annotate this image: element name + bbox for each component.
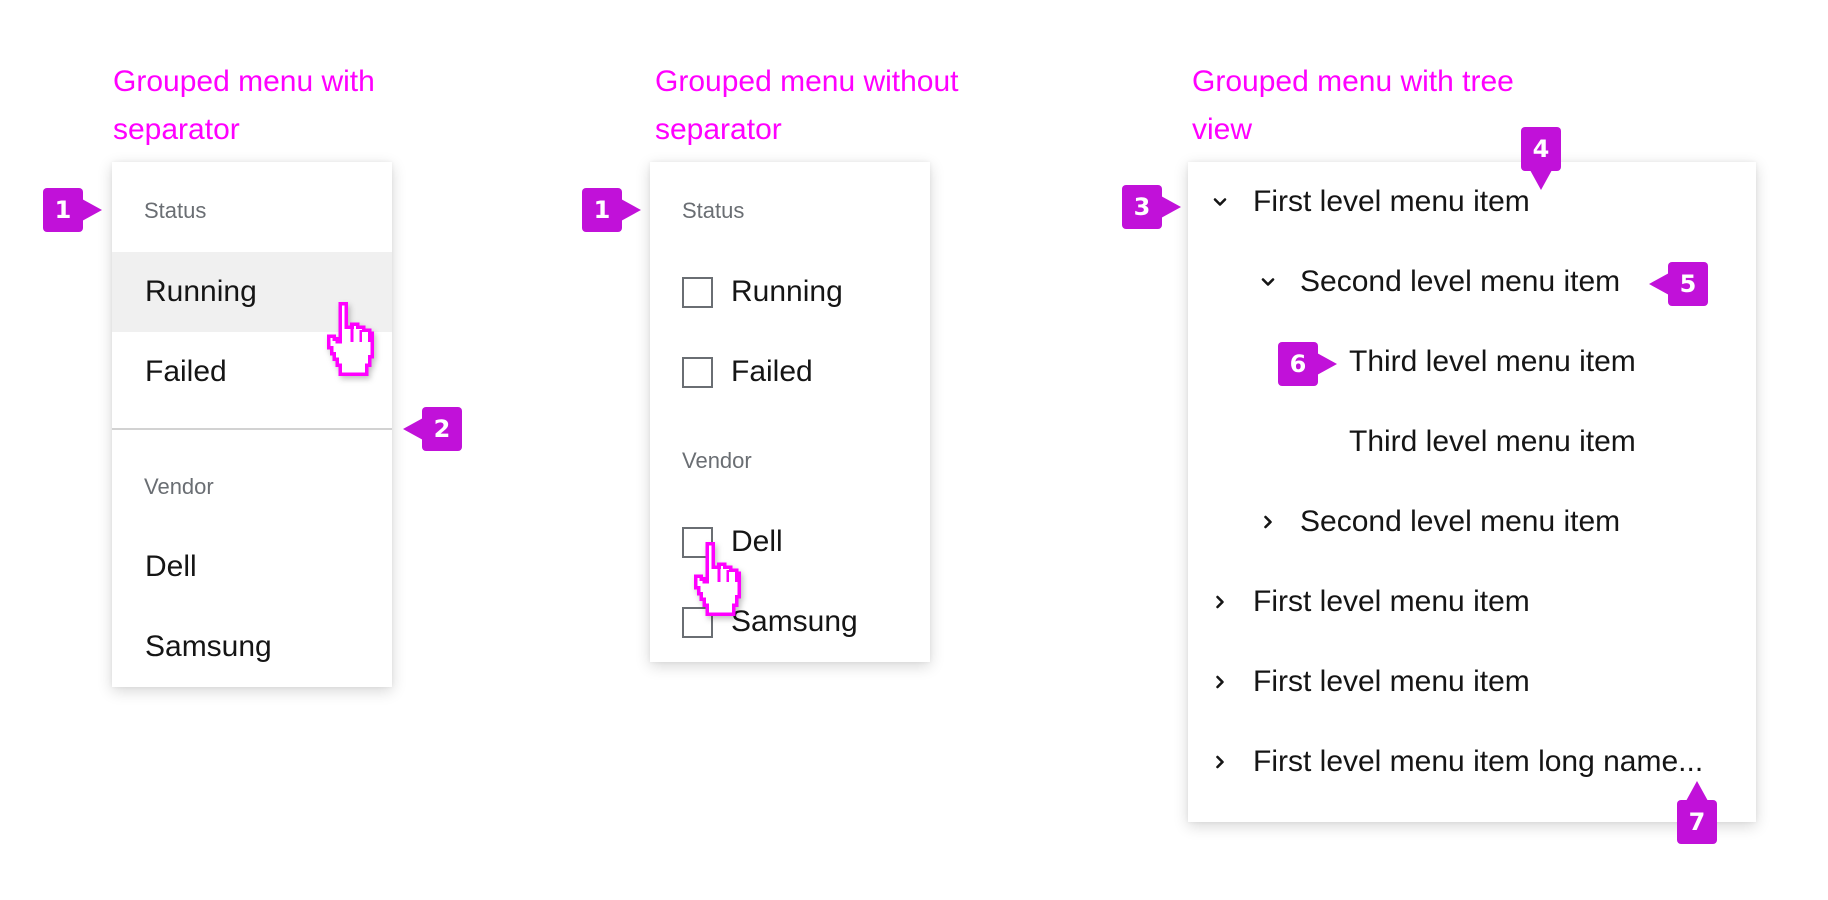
annotation-badge-6: 6	[1278, 342, 1337, 386]
tree-item-label: First level menu item	[1253, 185, 1530, 218]
chevron-down-icon[interactable]	[1260, 274, 1276, 290]
menu-item-running[interactable]: Running	[650, 252, 930, 332]
group-label-status: Status	[144, 198, 207, 223]
group-label-vendor: Vendor	[682, 448, 752, 473]
menu-item-label: Failed	[145, 355, 227, 388]
checkbox-failed[interactable]	[682, 356, 713, 388]
badge-pointer	[1686, 781, 1708, 801]
grouped-menu-tree-view: First level menu item Second level menu …	[1188, 162, 1756, 822]
heading-grouped-tree-view: Grouped menu with tree view	[1192, 65, 1514, 146]
group-label-vendor: Vendor	[144, 474, 214, 499]
tree-item-label: Second level menu item	[1300, 265, 1621, 298]
annotation-badge-1: 1	[43, 188, 102, 232]
annotation-badge-7: 7	[1677, 781, 1717, 844]
menu-item-label: Running	[731, 275, 843, 308]
tree-item-level-3[interactable]: Third level menu item	[1188, 402, 1756, 482]
chevron-right-icon[interactable]	[1212, 674, 1228, 690]
annotation-badge-5: 5	[1649, 262, 1708, 306]
menu-item-label: Running	[145, 275, 257, 308]
hand-cursor-icon	[326, 302, 375, 376]
tree-item-level-3[interactable]: Third level menu item	[1188, 322, 1756, 402]
tree-item-label: First level menu item long name...	[1253, 745, 1704, 778]
tree-item-label: Third level menu item	[1349, 425, 1636, 458]
tree-item-level-1[interactable]: First level menu item	[1188, 162, 1756, 242]
tree-item-level-1-long-name[interactable]: First level menu item long name...	[1188, 722, 1756, 802]
chevron-right-icon[interactable]	[1260, 514, 1276, 530]
badge-number: 1	[593, 196, 611, 224]
menu-item-label: Failed	[731, 355, 813, 388]
heading-grouped-with-separator: Grouped menu with separator	[113, 65, 375, 146]
badge-number: 2	[433, 415, 451, 443]
tree-item-level-1[interactable]: First level menu item	[1188, 562, 1756, 642]
menu-item-label: Dell	[145, 550, 197, 583]
menu-item-failed[interactable]: Failed	[650, 332, 930, 412]
badge-number: 6	[1289, 350, 1307, 378]
grouped-menu-with-separator: Status Running Failed Vendor Dell Samsun…	[112, 162, 392, 687]
badge-number: 4	[1532, 135, 1550, 163]
chevron-down-icon[interactable]	[1212, 194, 1228, 210]
group-separator	[112, 428, 392, 430]
menu-item-samsung[interactable]: Samsung	[112, 607, 392, 687]
menu-item-dell[interactable]: Dell	[112, 527, 392, 607]
badge-number: 7	[1688, 808, 1706, 836]
checkbox-running[interactable]	[682, 276, 713, 308]
annotation-badge-1: 1	[582, 188, 641, 232]
badge-pointer	[1530, 170, 1552, 190]
badge-pointer	[1317, 353, 1337, 375]
hand-cursor-icon	[693, 542, 742, 616]
annotation-badge-2: 2	[403, 407, 462, 451]
annotation-badge-4: 4	[1521, 127, 1561, 190]
group-label-status: Status	[682, 198, 745, 223]
badge-number: 1	[54, 196, 72, 224]
tree-item-label: First level menu item	[1253, 585, 1530, 618]
tree-item-label: First level menu item	[1253, 665, 1530, 698]
badge-number: 3	[1133, 193, 1151, 221]
annotation-badge-3: 3	[1122, 185, 1181, 229]
menu-item-label: Samsung	[145, 630, 272, 663]
badge-pointer	[1161, 196, 1181, 218]
badge-pointer	[621, 199, 641, 221]
badge-pointer	[82, 199, 102, 221]
tree-item-label: Third level menu item	[1349, 345, 1636, 378]
badge-pointer	[1649, 273, 1669, 295]
badge-pointer	[403, 418, 423, 440]
tree-item-label: Second level menu item	[1300, 505, 1621, 538]
tree-item-level-2[interactable]: Second level menu item	[1188, 482, 1756, 562]
tree-item-level-1[interactable]: First level menu item	[1188, 642, 1756, 722]
menu-item-label: Samsung	[731, 605, 858, 638]
badge-number: 5	[1679, 270, 1697, 298]
chevron-right-icon[interactable]	[1212, 754, 1228, 770]
chevron-right-icon[interactable]	[1212, 594, 1228, 610]
heading-grouped-without-separator: Grouped menu without separator	[655, 65, 959, 146]
